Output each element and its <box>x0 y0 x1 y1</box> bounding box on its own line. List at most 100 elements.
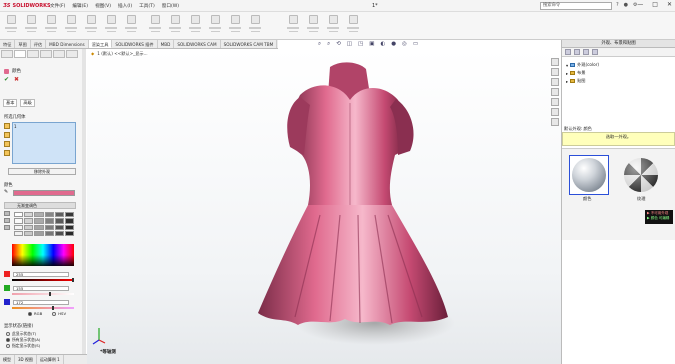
previous-view-icon[interactable]: ⟲ <box>336 41 341 48</box>
feature-tree-tab[interactable] <box>1 50 13 58</box>
menu-edit[interactable]: 编辑(E) <box>72 3 88 9</box>
slider-knob[interactable] <box>48 292 51 296</box>
tab-features[interactable]: 特征 <box>0 40 16 48</box>
toolbar-button[interactable] <box>326 15 340 37</box>
tab-model[interactable]: 模型 <box>0 355 15 364</box>
solidworks-resources-tab[interactable] <box>551 58 559 66</box>
toolbar-button[interactable] <box>44 15 58 37</box>
toolbar-button[interactable] <box>306 15 320 37</box>
menu-tools[interactable]: 工具(T) <box>139 3 155 9</box>
dimxpert-tab[interactable] <box>40 50 52 58</box>
slider-knob[interactable] <box>52 306 55 310</box>
design-library-tab[interactable] <box>551 68 559 76</box>
palette-swatch[interactable] <box>54 224 64 230</box>
palette-swatch[interactable] <box>44 230 54 236</box>
save-swatch-icon[interactable] <box>4 225 10 230</box>
toolbar-button[interactable] <box>208 15 222 37</box>
maximize-button[interactable]: □ <box>652 1 658 8</box>
menu-view[interactable]: 视图(V) <box>95 3 111 9</box>
tab-3d-views[interactable]: 3D 视图 <box>15 355 37 364</box>
file-explorer-tab[interactable] <box>551 78 559 86</box>
palette-swatch[interactable] <box>14 212 24 218</box>
eyedropper-icon[interactable]: ✎ <box>4 189 8 195</box>
palette-swatch[interactable] <box>34 212 44 218</box>
left-panel-splitter[interactable] <box>82 49 86 354</box>
palette-swatch[interactable] <box>34 224 44 230</box>
menu-window[interactable]: 窗口(W) <box>162 3 179 9</box>
appearance-tab[interactable] <box>66 50 78 58</box>
radio-rgb[interactable]: RGB <box>28 311 42 316</box>
toolbar-button[interactable] <box>168 15 182 37</box>
ok-check-icon[interactable]: ✔ <box>4 76 9 83</box>
palette-swatch[interactable] <box>64 224 74 230</box>
tree-item-appearances[interactable]: ▾ 外观(color) <box>566 62 599 68</box>
selected-item[interactable]: 1 <box>14 124 17 129</box>
search-commands-input[interactable]: 搜索命令 <box>540 2 612 10</box>
palette-swatch[interactable] <box>44 218 54 224</box>
palette-swatch[interactable] <box>34 230 44 236</box>
palette-swatch[interactable] <box>64 230 74 236</box>
palette-swatch[interactable] <box>24 212 34 218</box>
appearances-tab[interactable] <box>551 98 559 106</box>
blue-slider[interactable] <box>12 306 74 310</box>
tab-solidworks-cam[interactable]: SOLIDWORKS CAM <box>174 40 221 48</box>
toolbar-button[interactable] <box>84 15 98 37</box>
tab-render-tools[interactable]: 渲染工具 <box>88 40 113 48</box>
section-view-icon[interactable]: ◫ <box>347 41 352 48</box>
property-manager-tab[interactable] <box>14 50 26 58</box>
forum-tab[interactable] <box>551 118 559 126</box>
tree-item-decals[interactable]: ▸ 贴图 <box>566 78 586 84</box>
blue-value-input[interactable]: 172 <box>13 299 69 305</box>
minimize-button[interactable]: — <box>637 1 643 8</box>
view-palette-tab[interactable] <box>551 88 559 96</box>
add-swatch-icon[interactable] <box>4 211 10 216</box>
tab-solidworks-addins[interactable]: SOLIDWORKS 插件 <box>112 40 158 48</box>
part-filter-icon[interactable] <box>4 123 10 129</box>
toolbar-button[interactable] <box>124 15 138 37</box>
palette-swatch[interactable] <box>24 218 34 224</box>
green-value-input[interactable]: 155 <box>13 285 69 291</box>
toolbar-button[interactable] <box>4 15 18 37</box>
back-icon[interactable] <box>565 49 571 55</box>
feature-filter-icon[interactable] <box>4 150 10 156</box>
forward-icon[interactable] <box>574 49 580 55</box>
palette-swatch[interactable] <box>24 230 34 236</box>
color-style-dropdown[interactable]: 无渐变调色 <box>4 202 76 209</box>
body-filter-icon[interactable] <box>4 141 10 147</box>
feature-tree-flyout[interactable]: ◆ 1 (默认) <<默认>_显示... <box>91 51 148 57</box>
apply-scene-icon[interactable]: ◎ <box>402 41 407 48</box>
red-value-input[interactable]: 255 <box>13 271 69 277</box>
tab-advanced[interactable]: 高级 <box>20 99 35 107</box>
solidworks-logo[interactable]: ƷS SOLIDWORKS <box>0 0 51 12</box>
zoom-to-fit-icon[interactable]: ⌕ <box>318 41 321 48</box>
green-slider[interactable] <box>12 292 74 296</box>
toolbar-button[interactable] <box>346 15 360 37</box>
palette-swatch[interactable] <box>44 212 54 218</box>
expand-icon[interactable]: ▸ <box>566 79 568 84</box>
view-orientation-icon[interactable]: ◳ <box>358 41 363 48</box>
user-icon[interactable]: ● <box>624 2 628 8</box>
menu-file[interactable]: 文件(F) <box>50 3 65 9</box>
dress-3d-model[interactable] <box>200 55 460 355</box>
expand-icon[interactable]: ▾ <box>566 63 568 68</box>
face-filter-icon[interactable] <box>4 132 10 138</box>
toolbar-button[interactable] <box>188 15 202 37</box>
red-slider[interactable] <box>12 278 74 282</box>
view-settings-icon[interactable]: ▭ <box>413 41 418 48</box>
gray-palette[interactable] <box>14 212 74 236</box>
palette-swatch[interactable] <box>54 218 64 224</box>
toolbar-button[interactable] <box>148 15 162 37</box>
cancel-x-icon[interactable]: ✖ <box>14 76 19 83</box>
palette-swatch[interactable] <box>64 218 74 224</box>
tab-motion-study[interactable]: 运动算例 1 <box>37 355 64 364</box>
palette-swatch[interactable] <box>14 230 24 236</box>
config-manager-tab[interactable] <box>27 50 39 58</box>
tab-evaluate[interactable]: 评估 <box>31 40 47 48</box>
palette-swatch[interactable] <box>54 212 64 218</box>
tab-sketch[interactable]: 草图 <box>15 40 31 48</box>
palette-swatch[interactable] <box>64 212 74 218</box>
tab-basic[interactable]: 基本 <box>3 99 18 107</box>
tree-item-scenes[interactable]: ▸ 布景 <box>566 70 586 76</box>
color-appearance-thumbnail[interactable] <box>572 158 606 192</box>
toolbar-button[interactable] <box>24 15 38 37</box>
